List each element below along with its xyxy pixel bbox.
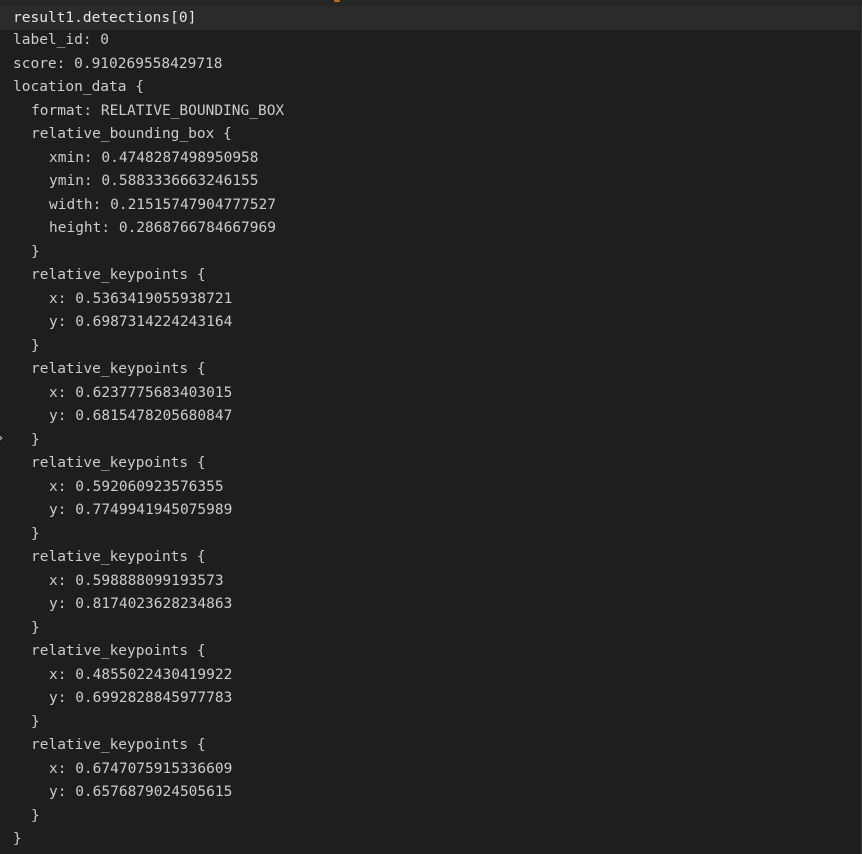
code-line: x: 0.4855022430419922 xyxy=(49,666,233,683)
code-line: ymin: 0.5883336663246155 xyxy=(49,173,259,189)
code-line: relative_bounding_box { xyxy=(31,126,232,142)
code-line: } xyxy=(31,337,40,354)
code-line: height: 0.2868766784667969 xyxy=(49,220,276,236)
code-line: y: 0.8174023628234863 xyxy=(49,596,233,612)
code-line: } xyxy=(31,807,40,824)
code-line: label_id: 0 xyxy=(13,32,110,48)
code-line: } xyxy=(31,619,40,636)
code-line: y: 0.6576879024505615 xyxy=(49,784,233,800)
output-body: label_id: 0 score: 0.910269558429718 loc… xyxy=(13,29,284,852)
code-line: relative_keypoints { xyxy=(31,267,206,283)
code-line: } xyxy=(31,525,40,542)
code-line: } xyxy=(31,243,40,260)
code-line: y: 0.6987314224243164 xyxy=(49,314,233,330)
output-panel: result1.detections[0] › label_id: 0 scor… xyxy=(0,0,862,854)
code-line: score: 0.910269558429718 xyxy=(13,55,223,72)
code-line: relative_keypoints { xyxy=(31,643,206,659)
code-line: } xyxy=(13,831,22,847)
code-line: x: 0.5363419055938721 xyxy=(49,290,233,307)
code-line: x: 0.6747075915336609 xyxy=(49,760,233,777)
output-title: result1.detections[0] xyxy=(13,10,197,26)
code-line: format: RELATIVE_BOUNDING_BOX xyxy=(31,102,285,119)
code-line: width: 0.21515747904777527 xyxy=(49,196,276,213)
code-line: y: 0.6992828845977783 xyxy=(49,690,233,706)
code-line: relative_keypoints { xyxy=(31,737,206,753)
code-line: x: 0.592060923576355 xyxy=(49,478,224,495)
scroll-marker xyxy=(334,0,340,2)
code-line: x: 0.6237775683403015 xyxy=(49,384,233,401)
code-line: } xyxy=(31,431,40,448)
code-line: relative_keypoints { xyxy=(31,455,206,471)
output-header: result1.detections[0] xyxy=(0,6,860,30)
code-line: xmin: 0.4748287498950958 xyxy=(49,149,259,166)
chevron-right-icon[interactable]: › xyxy=(0,431,8,447)
code-line: x: 0.598888099193573 xyxy=(49,572,224,589)
code-line: relative_keypoints { xyxy=(31,361,206,377)
code-line: } xyxy=(31,713,40,730)
code-line: location_data { xyxy=(13,79,144,95)
code-line: y: 0.7749941945075989 xyxy=(49,502,233,518)
code-line: relative_keypoints { xyxy=(31,549,206,565)
code-line: y: 0.6815478205680847 xyxy=(49,408,233,424)
